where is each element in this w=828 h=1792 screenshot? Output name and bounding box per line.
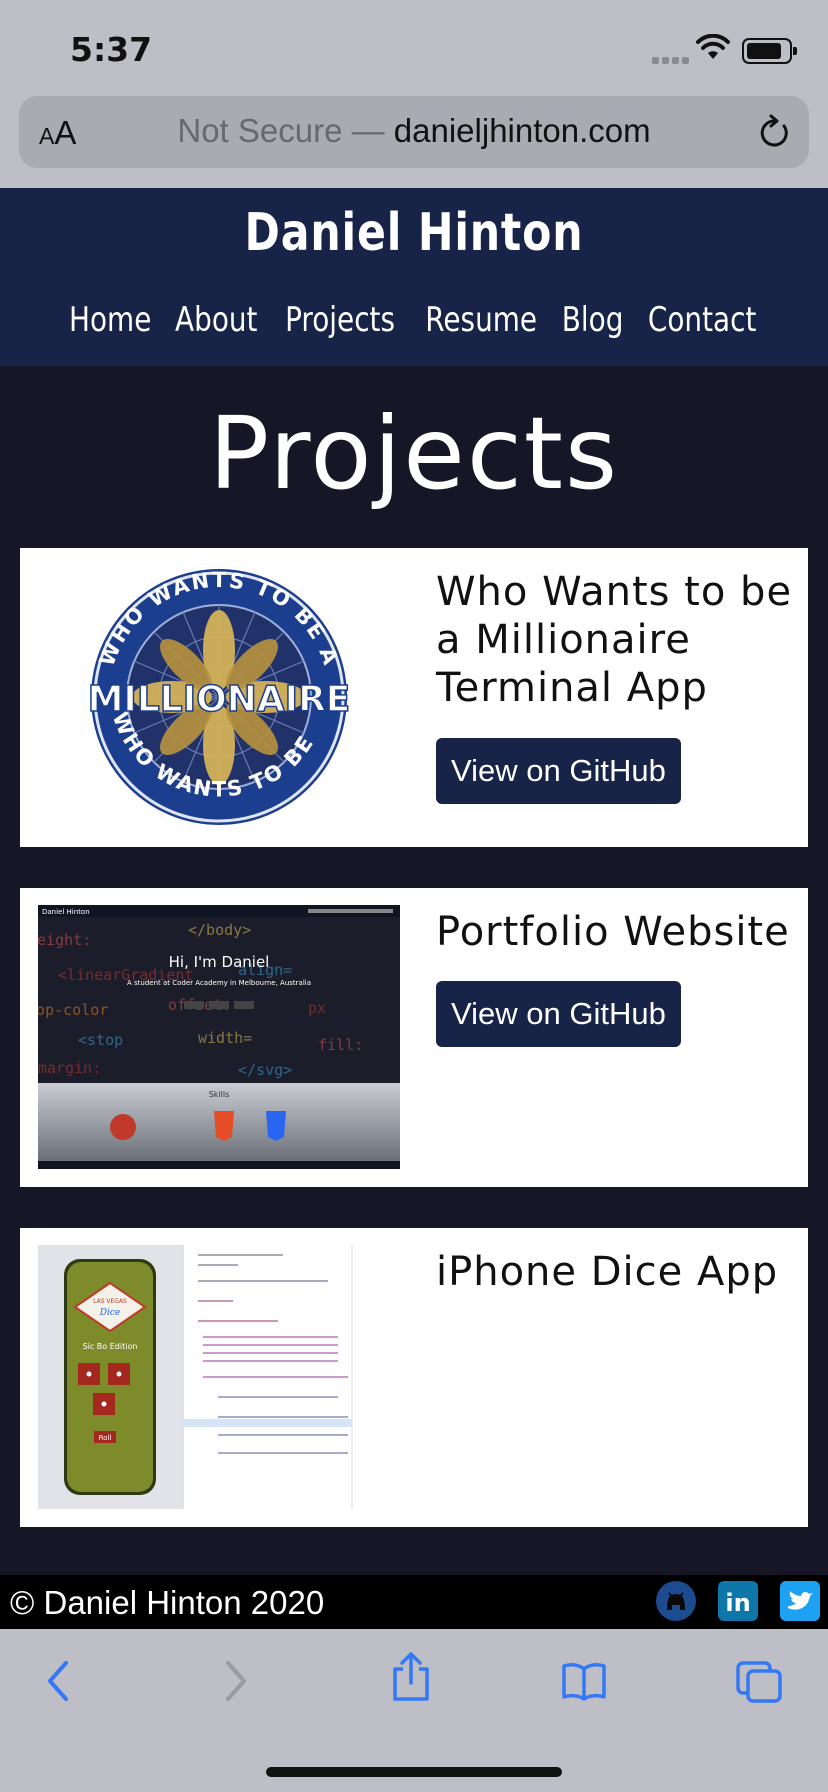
twitter-icon[interactable]	[778, 1579, 822, 1623]
site-footer: © Daniel Hinton 2020 in	[0, 1575, 828, 1629]
back-icon[interactable]	[44, 1659, 74, 1703]
battery-icon	[742, 38, 797, 64]
svg-text:fill:: fill:	[318, 1036, 363, 1054]
address-bar[interactable]: AA Not Secure — danieljhinton.com	[19, 96, 809, 168]
view-on-github-button[interactable]: View on GitHub	[436, 738, 681, 804]
project-title: iPhone Dice App	[436, 1249, 779, 1295]
millionaire-logo-image: WHO WANTS TO BE A WHO WANTS TO BE A MILL…	[38, 565, 400, 829]
wifi-icon	[696, 34, 730, 59]
svg-text:stop-color: stop-color	[38, 1001, 108, 1019]
dice-app-screenshot-image: LAS VEGAS Dice Sic Bo Edition Roll	[38, 1245, 400, 1509]
nav-contact[interactable]: Contact	[648, 300, 756, 340]
svg-text:<stop: <stop	[78, 1031, 123, 1049]
svg-text:in: in	[725, 1589, 750, 1617]
copyright-text: © Daniel Hinton 2020	[10, 1584, 325, 1621]
status-time: 5:37	[70, 30, 153, 69]
svg-text:Sic Bo Edition: Sic Bo Edition	[83, 1342, 138, 1351]
nav-projects[interactable]: Projects	[285, 300, 395, 340]
svg-text:Daniel Hinton: Daniel Hinton	[42, 908, 90, 916]
svg-text:LAS VEGAS: LAS VEGAS	[93, 1298, 127, 1305]
svg-text:</body>: </body>	[188, 921, 251, 939]
project-card-millionaire: WHO WANTS TO BE A WHO WANTS TO BE A MILL…	[20, 548, 808, 847]
nav-home[interactable]: Home	[69, 300, 151, 340]
svg-text:width=: width=	[198, 1029, 252, 1047]
project-card-portfolio: height:</body> <linearGradientalign= sto…	[20, 888, 808, 1187]
home-indicator[interactable]	[266, 1767, 562, 1777]
url-text[interactable]: Not Secure — danieljhinton.com	[19, 112, 809, 150]
site-header: Daniel Hinton Home About Projects Resume…	[0, 188, 828, 366]
svg-text:A student at Coder Academy in: A student at Coder Academy in Melbourne,…	[127, 979, 311, 987]
nav-about[interactable]: About	[175, 300, 257, 340]
linkedin-icon[interactable]: in	[716, 1579, 760, 1623]
bookmarks-icon[interactable]	[560, 1659, 608, 1703]
svg-text:Dice: Dice	[99, 1308, 120, 1318]
nav-blog[interactable]: Blog	[561, 300, 623, 340]
view-on-github-button[interactable]: View on GitHub	[436, 981, 681, 1047]
svg-text:</svg>: </svg>	[238, 1061, 292, 1079]
svg-text:Hi, I'm Daniel: Hi, I'm Daniel	[169, 953, 270, 971]
tabs-icon[interactable]	[734, 1659, 784, 1705]
browser-toolbar	[0, 1629, 828, 1792]
project-card-dice: LAS VEGAS Dice Sic Bo Edition Roll iPhon…	[20, 1228, 808, 1527]
svg-text:px: px	[308, 999, 326, 1017]
project-title: Who Wants to be a Millionaire Terminal A…	[436, 569, 793, 711]
forward-icon[interactable]	[220, 1659, 250, 1703]
page-title: Projects	[208, 395, 620, 512]
svg-text:Skills: Skills	[209, 1090, 230, 1099]
share-icon[interactable]	[389, 1651, 433, 1703]
site-nav: Home About Projects Resume Blog Contact	[60, 300, 768, 340]
cellular-signal-icon	[652, 51, 692, 69]
reload-icon[interactable]	[757, 114, 791, 150]
portfolio-screenshot-image: height:</body> <linearGradientalign= sto…	[38, 905, 400, 1169]
site-title[interactable]: Daniel Hinton	[75, 203, 754, 263]
svg-text:height:: height:	[38, 931, 91, 949]
svg-text:Roll: Roll	[99, 1434, 112, 1442]
millionaire-center-text: MILLIONAIRE	[88, 679, 351, 720]
url-domain: danieljhinton.com	[393, 112, 651, 149]
nav-resume[interactable]: Resume	[425, 300, 537, 340]
github-icon[interactable]	[654, 1579, 698, 1623]
svg-text:margin:: margin:	[38, 1059, 101, 1077]
project-title: Portfolio Website	[436, 909, 790, 955]
security-status: Not Secure —	[177, 112, 385, 149]
status-bar: 5:37	[0, 0, 828, 94]
